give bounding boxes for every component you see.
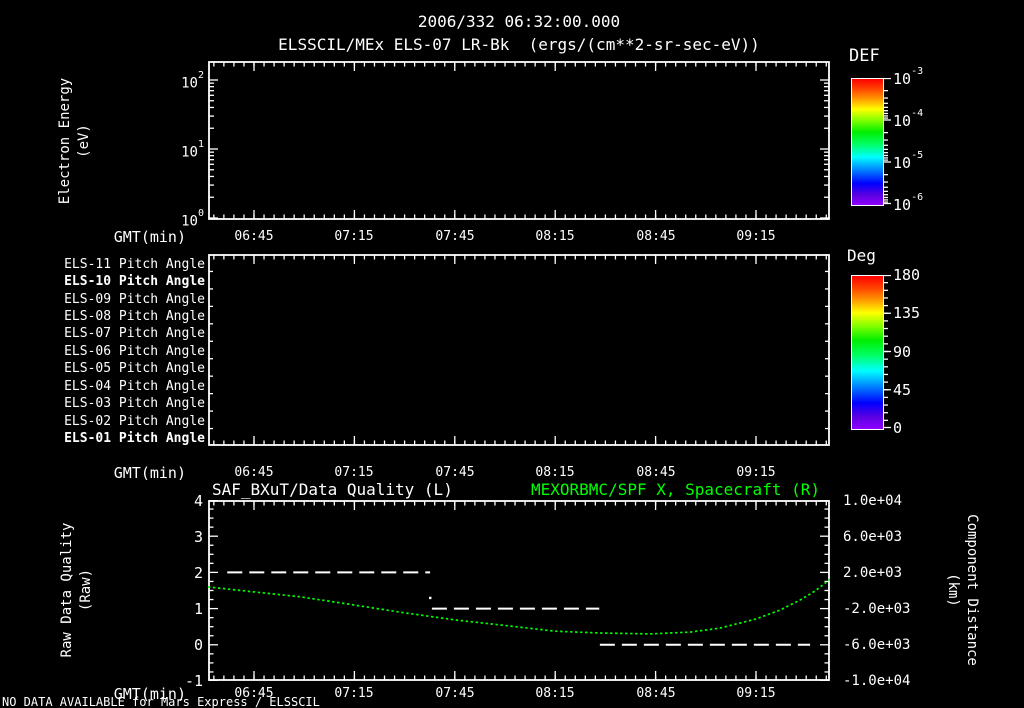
els-row-label: ELS-08 Pitch Angle — [64, 309, 205, 324]
time-tick: 08:45 — [636, 465, 676, 480]
page-title: ELSSCIL/MEx ELS-07 LR-Bk (ergs/(cm**2-sr… — [278, 35, 760, 54]
energy-spectrogram-plot — [208, 61, 830, 220]
time-tick: 09:15 — [736, 229, 776, 244]
distance-ytick: -2.0e+03 — [843, 601, 911, 617]
quality-ytick: 3 — [193, 528, 203, 546]
def-colorbar-tick-label: 10-3 — [893, 66, 924, 88]
time-tick: 07:45 — [435, 686, 475, 701]
time-tick: 08:45 — [636, 229, 676, 244]
els-row-label: ELS-01 Pitch Angle — [64, 431, 205, 446]
els-row-label: ELS-10 Pitch Angle — [64, 274, 205, 289]
energy-ytick: 101 — [181, 139, 204, 161]
distance-ytick: 2.0e+03 — [843, 565, 903, 581]
time-tick: 08:15 — [535, 229, 575, 244]
quality-title-right: MEXORBMC/SPF X, Spacecraft (R) — [531, 480, 820, 499]
deg-colorbar-tick-label: 90 — [893, 343, 912, 361]
els-row-label: ELS-07 Pitch Angle — [64, 326, 205, 341]
no-data-message: NO DATA AVAILABLE for Mars Express / ELS… — [2, 695, 320, 708]
gmt-axis-label: GMT(min) — [113, 464, 186, 482]
time-tick: 07:15 — [334, 229, 374, 244]
def-colorbar-tick-label: 10-6 — [893, 192, 924, 214]
deg-colorbar-tick-label: 45 — [893, 381, 912, 399]
pitch-time-axis: GMT(min) 06:45 07:15 07:45 08:15 08:45 0… — [0, 465, 1024, 483]
els-row-label: ELS-05 Pitch Angle — [64, 361, 205, 376]
deg-colorbar-tick-label: 0 — [893, 419, 903, 437]
time-tick: 06:45 — [234, 465, 274, 480]
def-colorbar-tick-label: 10-4 — [893, 108, 924, 130]
time-tick: 07:45 — [435, 465, 475, 480]
deg-colorbar-title: Deg — [847, 246, 876, 265]
distance-ytick: 6.0e+03 — [843, 529, 903, 545]
distance-ytick: 1.0e+04 — [843, 493, 903, 509]
plot-screen: 2006/332 06:32:00.000 ELSSCIL/MEx ELS-07… — [0, 0, 1024, 708]
time-tick: 09:15 — [736, 465, 776, 480]
def-colorbar-tick-label: 10-5 — [893, 150, 924, 172]
deg-colorbar — [851, 275, 884, 430]
time-tick: 07:15 — [334, 465, 374, 480]
def-colorbar-title: DEF — [849, 46, 880, 66]
time-tick: 07:15 — [334, 686, 374, 701]
els-row-label: ELS-09 Pitch Angle — [64, 292, 205, 307]
quality-distance-plot — [208, 500, 830, 681]
distance-ytick: -6.0e+03 — [843, 637, 911, 653]
time-tick: 06:45 — [234, 229, 274, 244]
time-tick: 07:45 — [435, 229, 475, 244]
page-datetime: 2006/332 06:32:00.000 — [417, 12, 621, 31]
els-row-label: ELS-04 Pitch Angle — [64, 379, 205, 394]
time-tick: 08:15 — [535, 686, 575, 701]
els-row-label: ELS-03 Pitch Angle — [64, 396, 205, 411]
gmt-axis-label: GMT(min) — [113, 228, 186, 246]
quality-ytick: 4 — [193, 492, 203, 510]
time-tick: 08:15 — [535, 465, 575, 480]
time-tick: 08:45 — [636, 686, 676, 701]
deg-colorbar-tick-label: 135 — [893, 304, 921, 322]
els-row-label: ELS-11 Pitch Angle — [64, 257, 205, 272]
quality-ytick: 0 — [193, 636, 203, 654]
energy-time-axis: GMT(min) 06:45 07:15 07:45 08:15 08:45 0… — [0, 229, 1024, 247]
quality-ytick: 1 — [193, 600, 203, 618]
quality-title-left: SAF_BXuT/Data Quality (L) — [212, 480, 453, 499]
time-tick: 09:15 — [736, 686, 776, 701]
els-row-label: ELS-02 Pitch Angle — [64, 414, 205, 429]
def-colorbar-ticks — [884, 78, 891, 205]
energy-ytick: 102 — [181, 70, 204, 92]
deg-colorbar-tick-label: 180 — [893, 266, 921, 284]
quality-axis-label: Raw Data Quality (Raw) — [59, 522, 94, 658]
pitch-angle-plot — [208, 254, 830, 446]
distance-axis-label: Component Distance (km) — [945, 514, 980, 666]
def-colorbar — [851, 78, 884, 206]
energy-ytick: 100 — [181, 208, 204, 230]
quality-ytick: 2 — [193, 564, 203, 582]
els-row-label: ELS-06 Pitch Angle — [64, 344, 205, 359]
